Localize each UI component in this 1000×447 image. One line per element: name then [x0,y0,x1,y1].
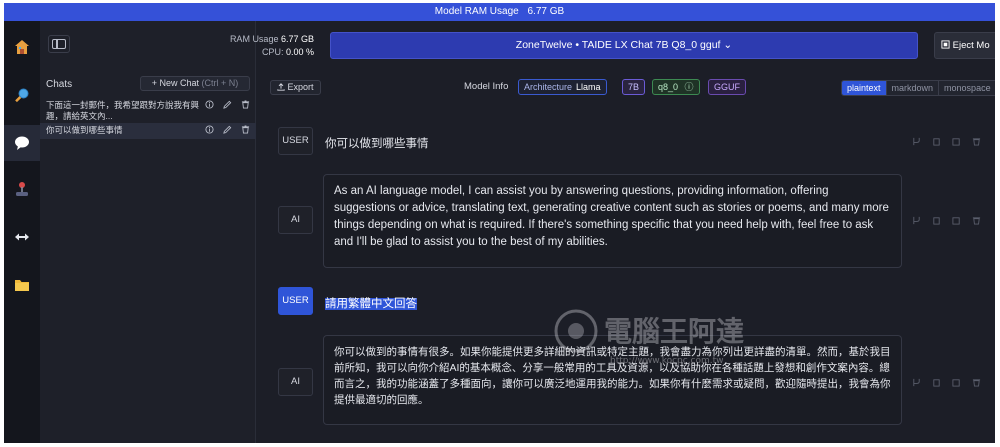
architecture-value: Llama [576,82,601,92]
info-icon[interactable]: ⓘ [685,82,694,92]
model-info-label: Model Info [464,81,509,92]
user-role-button[interactable]: USER [278,127,313,155]
system-stats: RAM Usage 6.77 GB CPU: 0.00 % [230,33,314,59]
chat-title: 你可以做到哪些事情 [46,125,123,135]
header: RAM Usage 6.77 GB CPU: 0.00 % ZoneTwelve… [230,21,995,63]
sidebar-item-transfer[interactable] [4,219,40,255]
format-badge: GGUF [708,79,746,95]
chat-area: Export Model Info Architecture Llama 7B q… [256,63,995,443]
edit-icon[interactable] [223,100,232,109]
folder-icon [15,280,29,291]
search-icon [15,88,29,103]
app-window: Model RAM Usage 6.77 GB Chats + New Chat… [4,3,995,443]
user-message[interactable]: 請用繁體中文回答 [325,295,417,311]
tab-monospace[interactable]: monospace [938,81,995,95]
chat-title: 下面這一封郵件，我希望跟對方說我有興趣，請給英文內... [46,100,200,121]
new-chat-label: + New Chat [151,78,199,88]
copy-icon[interactable] [932,378,941,387]
watermark-logo: 電腦王阿達 http://www.kocpc.com.tw [554,309,744,366]
architecture-badge: Architecture Llama [518,79,607,95]
chat-icon [15,136,29,150]
ram-label: RAM Usage [229,34,279,44]
branch-icon[interactable] [912,216,921,225]
delete-icon[interactable] [241,125,250,134]
chat-list-item[interactable]: 下面這一封郵件，我希望跟對方說我有興趣，請給英文內... [40,98,256,124]
eject-label: Eject Mo [952,40,990,51]
delete-icon[interactable] [972,137,981,146]
ram-usage-value: 6.77 GB [527,6,565,17]
sidebar-rail [4,21,40,443]
user-message[interactable]: 你可以做到哪些事情 [325,135,429,151]
tab-markdown[interactable]: markdown [885,81,939,95]
edit-icon[interactable] [952,378,961,387]
cpu-value: 0.00 % [285,47,314,57]
message-actions [912,378,981,387]
info-icon[interactable] [205,100,214,109]
ai-role-button[interactable]: AI [278,368,313,396]
ai-role-button[interactable]: AI [278,206,313,234]
branch-icon[interactable] [912,137,921,146]
export-button[interactable]: Export [270,80,321,95]
sidebar-item-search[interactable] [4,77,40,113]
joystick-icon [16,182,28,196]
sidebar-item-joystick[interactable] [4,171,40,207]
chats-title: Chats [46,79,73,90]
architecture-label: Architecture [524,82,573,92]
quant-value: q8_0 [658,82,679,92]
ram-value: 6.77 GB [280,34,314,44]
user-role-button[interactable]: USER [278,287,313,315]
svg-text:電腦王阿達: 電腦王阿達 [604,315,744,348]
delete-icon[interactable] [972,216,981,225]
sidebar-item-folder[interactable] [4,267,40,303]
edit-icon[interactable] [952,137,961,146]
chevron-down-icon: ⌄ [723,39,733,51]
edit-icon[interactable] [952,216,961,225]
ram-usage-label: Model RAM Usage [434,6,519,17]
size-badge: 7B [622,79,646,95]
cpu-label: CPU: [261,47,284,57]
edit-icon[interactable] [223,125,232,134]
message-actions [912,216,981,225]
quant-badge: q8_0 ⓘ [652,79,700,95]
view-mode-tabs: plaintext markdown monospace [841,80,995,96]
ram-usage-bar: Model RAM Usage 6.77 GB [4,3,995,21]
delete-icon[interactable] [972,378,981,387]
sidebar-item-home[interactable] [4,29,40,65]
export-label: Export [287,82,314,92]
new-chat-button[interactable]: + New Chat (Ctrl + N) [140,76,250,91]
sidebar-toggle-button[interactable] [48,35,70,53]
copy-icon[interactable] [932,216,941,225]
sidebar-item-chat[interactable] [4,125,40,161]
eject-icon [941,40,950,49]
selected-text: 請用繁體中文回答 [325,298,417,310]
copy-icon[interactable] [932,137,941,146]
branch-icon[interactable] [912,378,921,387]
svg-text:http://www.kocpc.com.tw: http://www.kocpc.com.tw [610,356,724,366]
delete-icon[interactable] [241,100,250,109]
chat-list-item-active[interactable]: 你可以做到哪些事情 [40,123,256,139]
new-chat-shortcut: (Ctrl + N) [201,78,239,88]
message-actions [912,137,981,146]
export-icon [277,83,285,91]
tab-plaintext[interactable]: plaintext [842,81,886,95]
home-icon [15,40,29,54]
model-name: ZoneTwelve • TAIDE LX Chat 7B Q8_0 gguf [515,39,721,51]
chats-panel: Chats + New Chat (Ctrl + N) 下面這一封郵件，我希望跟… [40,21,256,443]
eject-model-button[interactable]: Eject Mo [934,32,995,59]
arrows-icon [15,233,29,241]
model-select[interactable]: ZoneTwelve • TAIDE LX Chat 7B Q8_0 gguf … [330,32,918,59]
info-icon[interactable] [205,125,214,134]
ai-message[interactable]: As an AI language model, I can assist yo… [323,174,902,268]
panel-icon [52,39,66,49]
